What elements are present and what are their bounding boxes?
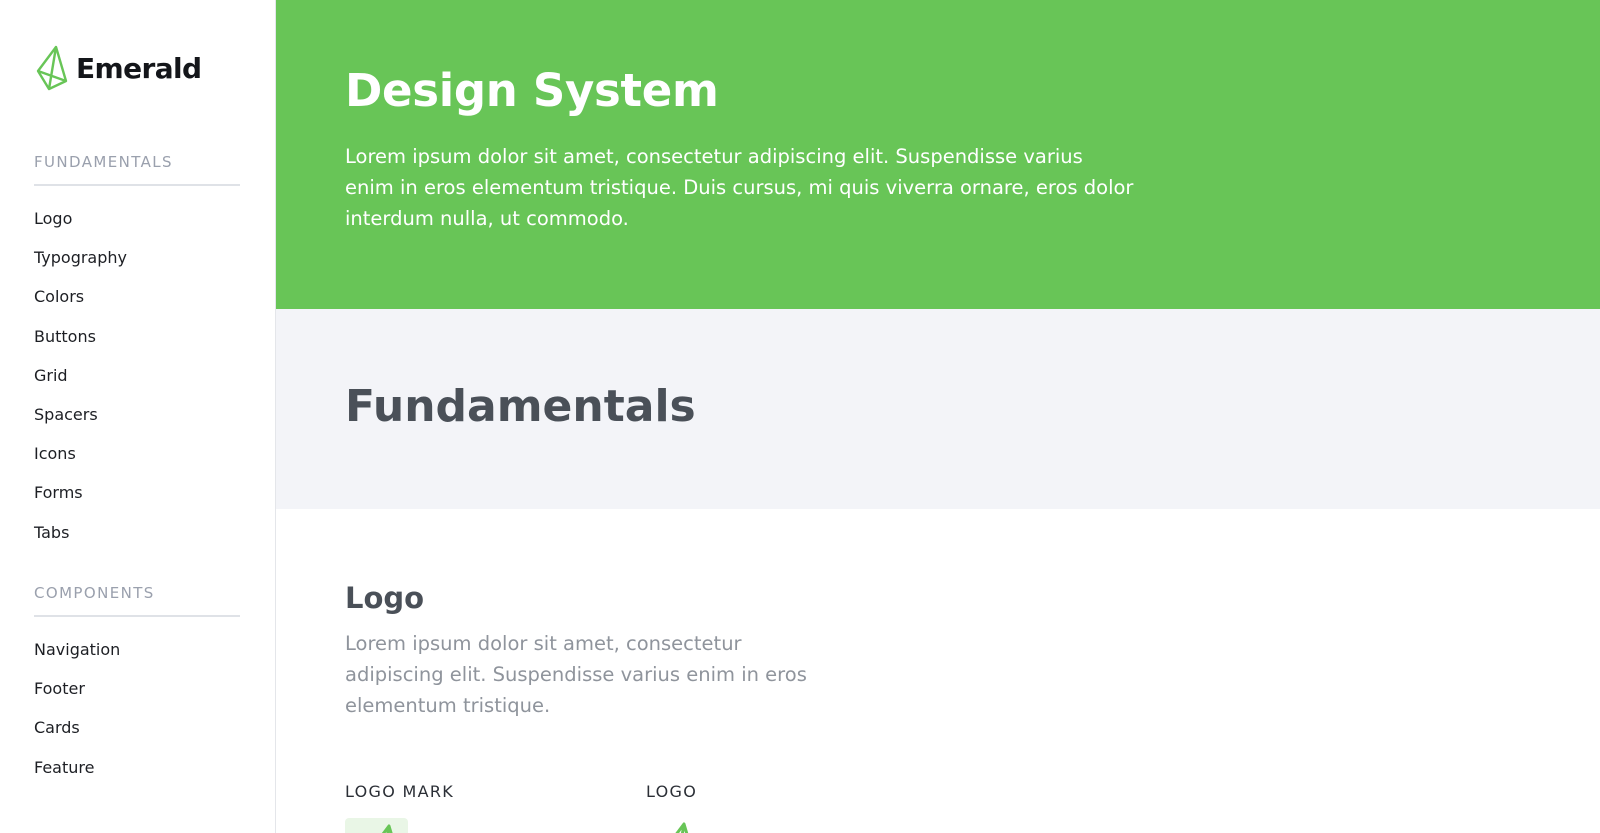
sidebar-item-spacers[interactable]: Spacers [34,395,240,434]
sidebar-item-feature[interactable]: Feature [34,748,240,787]
logo-section: Logo Lorem ipsum dolor sit amet, consect… [276,509,1600,833]
sidebar-section-fundamentals: FUNDAMENTALS Logo Typography Colors Butt… [34,153,240,552]
sidebar-item-footer[interactable]: Footer [34,669,240,708]
hero-banner: Design System Lorem ipsum dolor sit amet… [276,0,1600,309]
sidebar-section-components: COMPONENTS Navigation Footer Cards Featu… [34,584,240,787]
sidebar: Emerald FUNDAMENTALS Logo Typography Col… [0,0,276,833]
emerald-gem-icon [675,822,689,833]
fundamentals-title: Fundamentals [345,381,696,432]
sidebar-item-forms[interactable]: Forms [34,473,240,512]
sidebar-heading-fundamentals: FUNDAMENTALS [34,153,240,186]
sidebar-item-typography[interactable]: Typography [34,238,240,277]
sidebar-heading-components: COMPONENTS [34,584,240,617]
logo-mark-label: LOGO MARK [345,782,455,801]
sidebar-item-grid[interactable]: Grid [34,356,240,395]
logo-description: Lorem ipsum dolor sit amet, consectetur … [345,632,807,717]
logo-heading: Logo [345,581,425,615]
sidebar-item-logo[interactable]: Logo [34,199,240,238]
page-title: Design System [345,64,719,117]
sidebar-item-buttons[interactable]: Buttons [34,317,240,356]
hero-description: Lorem ipsum dolor sit amet, consectetur … [345,145,1134,230]
logo-preview [646,818,706,833]
logo-label: LOGO [646,782,698,801]
brand-name: Emerald [76,51,202,85]
emerald-gem-icon [381,824,393,833]
emerald-gem-icon [36,45,68,91]
sidebar-item-tabs[interactable]: Tabs [34,513,240,552]
sidebar-item-colors[interactable]: Colors [34,277,240,316]
sidebar-item-cards[interactable]: Cards [34,708,240,747]
app: Emerald FUNDAMENTALS Logo Typography Col… [0,0,1600,833]
logo-mark-preview [345,818,408,833]
sidebar-item-navigation[interactable]: Navigation [34,630,240,669]
brand-logo[interactable]: Emerald [36,45,202,91]
sidebar-list-fundamentals: Logo Typography Colors Buttons Grid Spac… [34,199,240,552]
sidebar-item-icons[interactable]: Icons [34,434,240,473]
main-content: Design System Lorem ipsum dolor sit amet… [276,0,1600,833]
fundamentals-header: Fundamentals [276,309,1600,509]
sidebar-list-components: Navigation Footer Cards Feature [34,630,240,787]
